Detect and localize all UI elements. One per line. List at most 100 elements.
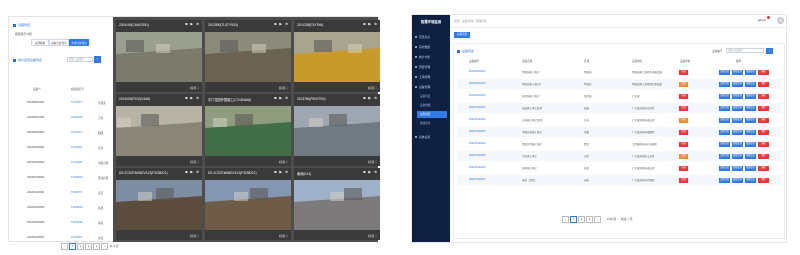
table-row[interactable]: 202205120003 TF20MSS 西北片区	[19, 170, 108, 186]
cell-id[interactable]: 202205120002	[469, 118, 486, 121]
cell-id[interactable]: 202205010003	[469, 94, 486, 97]
camera-tile[interactable]: DS-2CD3T46WDV3-I3(F3238221) ◙ ▶ ⊕ 标清 ⛶	[116, 168, 202, 240]
action-button[interactable]: 远程控制	[719, 94, 730, 99]
sidebar-subitem[interactable]: 视频监控	[420, 120, 447, 127]
table-row[interactable]: 202205120001 和园施工扬尘监测 和园 广东省深圳市龙岗区 在线 远程控制 数据查…	[457, 103, 782, 113]
cell-id[interactable]: 202205120005	[469, 154, 486, 157]
action-button[interactable]: 数据查询	[732, 130, 743, 135]
action-button[interactable]: 数据查询	[732, 154, 743, 159]
table-row[interactable]: 202205120005 TF20MSS 高新	[19, 200, 107, 216]
action-button[interactable]: 删除	[758, 82, 769, 87]
action-button[interactable]: 删除	[758, 178, 769, 183]
video-code-link[interactable]: TF01RTS	[71, 236, 82, 239]
action-button[interactable]: 数据查询	[732, 166, 743, 171]
table-row[interactable]: 202205010002 明珠苑施工扬尘2 明珠苑 明珠苑施工现场西北角设备 离线 远程控…	[457, 79, 782, 89]
video-code-link[interactable]: TF01RTS	[71, 101, 82, 104]
seg-button-large[interactable]: 大屏分屏显示	[69, 39, 89, 46]
page-tag[interactable]: 远程管控	[454, 32, 471, 38]
sidebar-item[interactable]: 工地管理	[415, 73, 447, 81]
camera-quality-label[interactable]: 标清 ⛶	[190, 234, 199, 238]
camera-quality-label[interactable]: 标清 ⛶	[368, 86, 377, 90]
camera-quality-label[interactable]: 标清 ⛶	[368, 234, 377, 238]
table-row[interactable]: 202205120004 西北片区施工扬尘 西北 江西省南昌市红谷滩区 在线 远程控制 数据…	[457, 139, 782, 149]
cell-id[interactable]: 202205120001	[469, 106, 486, 109]
table-row[interactable]: 202205120005 东区施工扬尘 东区 广东省深圳市宝安区 离线 远程控制 数据查询视…	[457, 151, 782, 161]
device-search-field[interactable]: 请输入设备编号	[726, 48, 764, 53]
camera-tile[interactable]: DS-2CD3T46WDV3-I3(F3238221) ◙ ▶ ⊕ 标清 ⛶	[205, 168, 291, 240]
action-button[interactable]: 数据查询	[732, 142, 743, 147]
table-row[interactable]: 202205120002 TF01ZKR 中建万科	[19, 155, 108, 171]
action-button[interactable]: 删除	[758, 118, 769, 123]
table-row[interactable]: 202205120001 TF01ZKR 东升	[19, 140, 107, 156]
action-button[interactable]: 删除	[758, 154, 769, 159]
action-button[interactable]: 远程控制	[719, 70, 730, 75]
seg-button-head[interactable]: 头部看板	[31, 39, 49, 46]
action-button[interactable]: 远程控制	[719, 130, 730, 135]
cell-id[interactable]: 202205120003	[469, 130, 486, 133]
page-jump[interactable]: 前往 1 页	[621, 217, 633, 221]
camera-tile[interactable]: 2104030(F0GQV4A8) ◙ ▶ ⊕ 标清 ⛶	[116, 94, 202, 166]
action-button[interactable]: 数据查询	[732, 178, 743, 183]
camera-controls-icon[interactable]: ◙ ▶ ⊕	[274, 22, 289, 26]
action-button[interactable]: 删除	[758, 106, 769, 111]
video-code-link[interactable]: TF01ZKR	[71, 146, 82, 149]
pager-page-2[interactable]: 2	[77, 243, 84, 250]
table-row[interactable]: 202205120006 高新施工扬尘 高新 广东省深圳市南山区 在线 远程控制 数据查询视…	[457, 163, 782, 173]
pager-page-3[interactable]: 3	[586, 216, 593, 223]
action-button[interactable]: 删除	[758, 166, 769, 171]
video-code-link[interactable]: GS01RTS	[71, 116, 83, 119]
sidebar-subitem[interactable]: 远程管控	[417, 111, 447, 118]
sidebar-subitem[interactable]: 设备地图	[420, 102, 447, 109]
action-button[interactable]: 视频监控	[745, 166, 756, 171]
camera-tile[interactable]: 2103780(F90GT0N) ◙ ▶ ⊕ 标清 ⛶	[294, 94, 380, 166]
action-button[interactable]: 远程控制	[719, 118, 730, 123]
action-button[interactable]: 远程控制	[719, 154, 730, 159]
action-button[interactable]: 视频监控	[745, 70, 756, 75]
camera-tile[interactable]: 南侧(K13) ◙ ▶ ⊕ 标清 ⛶	[294, 168, 380, 240]
action-button[interactable]: 视频监控	[745, 154, 756, 159]
video-code-link[interactable]: TF20MSS	[71, 221, 83, 224]
camera-controls-icon[interactable]: ◙ ▶ ⊕	[185, 96, 200, 100]
camera-controls-icon[interactable]: ◙ ▶ ⊕	[363, 22, 378, 26]
action-button[interactable]: 视频监控	[745, 94, 756, 99]
camera-quality-label[interactable]: 标清 ⛶	[190, 86, 199, 90]
camera-tile[interactable]: 东门花园外围施工(C7L5N4A8) ◙ ▶ ⊕ 标清 ⛶	[205, 94, 291, 166]
action-button[interactable]: 远程控制	[719, 142, 730, 147]
action-button[interactable]: 删除	[758, 142, 769, 147]
sidebar-item[interactable]: 预警管理	[415, 63, 447, 71]
search-button[interactable]: ⌕	[766, 48, 773, 54]
video-code-link[interactable]: TF20MSS	[71, 176, 83, 179]
sidebar-item[interactable]: 系统设置	[415, 133, 447, 141]
sidebar-item[interactable]: 首页总览	[415, 33, 447, 41]
camera-quality-label[interactable]: 标清 ⛶	[190, 160, 199, 164]
pager-page-1[interactable]: 1	[570, 216, 577, 223]
action-button[interactable]: 视频监控	[745, 82, 756, 87]
camera-tile[interactable]: 2101338(F3X7N4) ◙ ▶ ⊕ 标清 ⛶	[294, 20, 380, 92]
video-code-link[interactable]: TF01RTS	[71, 191, 82, 194]
table-row[interactable]: 202205120006 TF20MSS 南苑	[19, 215, 107, 231]
camera-tile[interactable]: 2102550(TL5TY0G4) ◙ ▶ ⊕ 标清 ⛶	[205, 20, 291, 92]
pager-prev[interactable]: ‹	[562, 216, 569, 223]
table-row[interactable]: 202205120004 TF01RTS 东区	[19, 185, 107, 201]
camera-quality-label[interactable]: 标清 ⛶	[279, 234, 288, 238]
video-code-link[interactable]: TF20MSS	[71, 206, 83, 209]
table-row[interactable]: 202205010002 GS01RTS 万家	[19, 110, 107, 126]
pager-next[interactable]: ›	[101, 243, 108, 250]
action-button[interactable]: 视频监控	[745, 118, 756, 123]
camera-controls-icon[interactable]: ◙ ▶ ⊕	[274, 170, 289, 174]
sidebar-item[interactable]: 设备管理	[415, 83, 447, 91]
camera-tile[interactable]: 2204100(C440G931) ◙ ▶ ⊕ 标清 ⛶	[116, 20, 202, 92]
cell-id[interactable]: 202205120007	[469, 178, 486, 181]
sidebar-subitem[interactable]: 设备列表	[420, 93, 447, 100]
action-button[interactable]: 删除	[758, 94, 769, 99]
camera-quality-label[interactable]: 标清 ⛶	[279, 160, 288, 164]
camera-quality-label[interactable]: 标清 ⛶	[368, 160, 377, 164]
action-button[interactable]: 数据查询	[732, 106, 743, 111]
table-row[interactable]: 202205010001 明珠苑施工扬尘 明珠苑 明珠苑施工现场东南角设备 在线 远程控制…	[457, 67, 782, 77]
video-code-link[interactable]: TF01RTS	[71, 131, 82, 134]
action-button[interactable]: 视频监控	[745, 142, 756, 147]
action-button[interactable]: 视频监控	[745, 178, 756, 183]
camera-quality-label[interactable]: 标清 ⛶	[279, 86, 288, 90]
action-button[interactable]: 远程控制	[719, 166, 730, 171]
camera-controls-icon[interactable]: ◙ ▶ ⊕	[363, 96, 378, 100]
